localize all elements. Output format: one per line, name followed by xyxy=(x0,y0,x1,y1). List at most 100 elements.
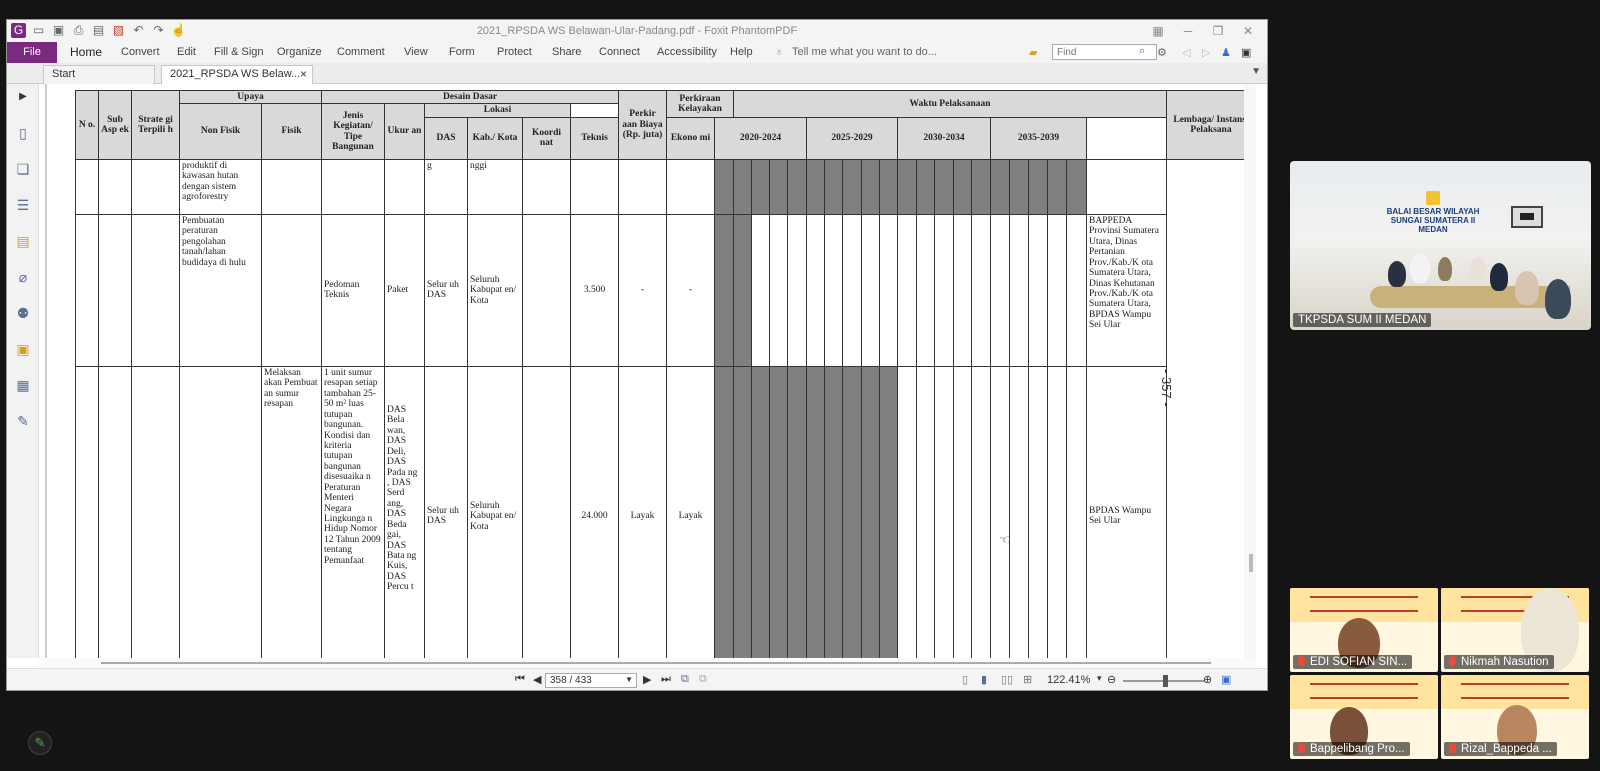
comments-icon[interactable]: ▤ xyxy=(14,232,32,250)
banner-text xyxy=(1310,683,1418,699)
schedule-cell xyxy=(806,158,825,215)
navigation-pane: ▶ ▯ ❏ ☰ ▤ ⌀ ⚉ ▣ ▦ ✎ xyxy=(7,84,39,658)
menu-accessibility[interactable]: Accessibility xyxy=(657,46,717,58)
video-tile[interactable]: Bappelibang Pro... xyxy=(1290,675,1438,759)
cell-jenis: Pedoman Teknis xyxy=(321,213,385,367)
participant-name-label: EDI SOFIAN SIN... xyxy=(1293,655,1413,669)
next-page-icon[interactable]: ▶ xyxy=(643,673,651,686)
person-figure xyxy=(1515,271,1539,305)
prev-page-icon[interactable]: ◀ xyxy=(533,673,541,686)
lightbulb-icon: ♁ xyxy=(775,46,784,58)
cell-fisik: Melaksan akan Pembuat an sumur resapan xyxy=(261,365,322,658)
close-tab-icon[interactable]: × xyxy=(300,66,307,83)
facing-icon[interactable]: ▯▯ xyxy=(1001,673,1013,686)
menu-help[interactable]: Help xyxy=(730,46,753,58)
horizontal-scroll-thumb[interactable] xyxy=(101,662,1211,664)
menu-convert[interactable]: Convert xyxy=(121,46,160,58)
zoom-out-icon[interactable]: ⊖ xyxy=(1107,673,1116,686)
header-kelayakan: Perkiraan Kelayakan xyxy=(666,90,734,118)
horizontal-scrollbar[interactable] xyxy=(39,658,1256,668)
attachment-icon[interactable]: ⌀ xyxy=(14,268,32,286)
cell-lembaga: BAPPEDA Provinsi Sumatera Utara, Dinas P… xyxy=(1086,213,1167,367)
close-button[interactable]: ✕ xyxy=(1235,22,1261,40)
vertical-scrollbar[interactable] xyxy=(1244,84,1256,658)
schedule-cell xyxy=(861,158,880,215)
cell-ukuran: Paket xyxy=(384,213,425,367)
layout-icon[interactable]: ▦ xyxy=(1145,22,1171,40)
signature-icon[interactable]: ⚉ xyxy=(14,304,32,322)
user-icon[interactable]: ▣ xyxy=(1241,46,1251,59)
layers-icon[interactable]: ☰ xyxy=(14,196,32,214)
bookmark-icon[interactable]: ▯ xyxy=(14,124,32,142)
tab-menu-icon[interactable]: ▼ xyxy=(1251,66,1261,77)
next-view-icon[interactable]: ⧉ xyxy=(699,673,707,686)
header-period-1: 2020-2024 xyxy=(714,116,807,160)
video-tile[interactable]: EDI SOFIAN SIN... xyxy=(1290,588,1438,672)
zoom-slider-knob[interactable] xyxy=(1163,675,1168,687)
schedule-cell xyxy=(879,158,898,215)
last-page-icon[interactable]: ⏭ xyxy=(661,673,671,686)
cell-lembaga: BPDAS Wampu Sei Ular xyxy=(1086,365,1167,658)
bell-icon[interactable]: ♟ xyxy=(1221,46,1231,59)
fit-page-icon[interactable]: ▣ xyxy=(1221,673,1231,686)
menu-fill-sign[interactable]: Fill & Sign xyxy=(214,46,264,58)
header-period-4: 2035-2039 xyxy=(990,116,1087,160)
tab-start[interactable]: Start xyxy=(43,65,155,84)
next-arrow-icon[interactable]: ▷ xyxy=(1202,46,1210,59)
menu-comment[interactable]: Comment xyxy=(337,46,385,58)
header-das: DAS xyxy=(424,116,468,160)
content-icon[interactable]: ▦ xyxy=(14,376,32,394)
prev-view-icon[interactable]: ⧉ xyxy=(681,673,689,686)
menu-home[interactable]: Home xyxy=(70,45,102,59)
menu-view[interactable]: View xyxy=(404,46,428,58)
document-tabs: Start 2021_RPSDA WS Belaw... × ▼ xyxy=(7,63,1267,84)
cell-non-fisik: produktif di kawasan hutan dengan sistem… xyxy=(179,158,262,215)
gear-icon[interactable]: ⚙ xyxy=(1157,46,1167,59)
header-waktu: Waktu Pelaksanaan xyxy=(733,90,1167,118)
annotate-pen-button[interactable]: ✎ xyxy=(28,731,52,755)
lock-icon[interactable]: ▣ xyxy=(14,340,32,358)
menu-share[interactable]: Share xyxy=(552,46,581,58)
zoom-dropdown-icon[interactable]: ▾ xyxy=(1097,673,1102,684)
single-page-icon[interactable]: ▯ xyxy=(962,673,968,686)
cell-ekonomi: Layak xyxy=(666,365,715,658)
search-icon[interactable]: ⌕ xyxy=(1139,45,1145,58)
schedule-cell xyxy=(842,158,862,215)
vertical-scroll-thumb[interactable] xyxy=(1249,554,1253,572)
cell-das: Selur uh DAS xyxy=(424,213,468,367)
mic-muted-icon xyxy=(1449,743,1456,753)
split-icon[interactable]: ⊞ xyxy=(1023,673,1032,686)
menu-edit[interactable]: Edit xyxy=(177,46,196,58)
page-number-input[interactable]: 358 / 433 ▼ xyxy=(545,673,637,688)
document-viewport[interactable]: N o. Sub Asp ek Strate gi Terpili h Upay… xyxy=(39,84,1256,658)
search-folder-icon[interactable]: ▰ xyxy=(1029,46,1037,59)
zoom-in-icon[interactable]: ⊕ xyxy=(1203,673,1212,686)
file-menu[interactable]: File xyxy=(7,42,57,63)
first-page-icon[interactable]: ⏮ xyxy=(515,673,525,686)
menu-protect[interactable]: Protect xyxy=(497,46,532,58)
video-tile[interactable]: Nikmah Nasution xyxy=(1441,588,1589,672)
page-dropdown-icon[interactable]: ▼ xyxy=(625,675,633,684)
tools-icon[interactable]: ✎ xyxy=(14,412,32,430)
schedule-cell xyxy=(806,365,825,658)
expand-pane-icon[interactable]: ▶ xyxy=(14,88,32,106)
minimize-button[interactable]: ─ xyxy=(1175,22,1201,40)
header-sub-aspek: Sub Asp ek xyxy=(98,90,132,160)
menu-form[interactable]: Form xyxy=(449,46,475,58)
zoom-level[interactable]: 122.41% xyxy=(1047,674,1090,686)
tab-document[interactable]: 2021_RPSDA WS Belaw... × xyxy=(161,65,313,84)
participant-name-label: Nikmah Nasution xyxy=(1444,655,1554,669)
video-tile-main[interactable]: BALAI BESAR WILAYAH SUNGAI SUMATERA II M… xyxy=(1290,161,1591,330)
person-figure xyxy=(1545,279,1571,319)
menu-organize[interactable]: Organize xyxy=(277,46,322,58)
video-tile[interactable]: Rizal_Bappeda ... xyxy=(1441,675,1589,759)
tell-me-box[interactable]: Tell me what you want to do... xyxy=(792,46,937,58)
maximize-button[interactable]: ❐ xyxy=(1205,22,1231,40)
schedule-cell xyxy=(916,158,935,215)
menu-connect[interactable]: Connect xyxy=(599,46,640,58)
continuous-icon[interactable]: ▮ xyxy=(981,673,987,686)
header-koordinat: Koordi nat xyxy=(522,116,571,160)
pages-icon[interactable]: ❏ xyxy=(14,160,32,178)
prev-arrow-icon[interactable]: ◁ xyxy=(1182,46,1190,59)
table-row: produktif di kawasan hutan dengan sistem… xyxy=(75,158,1256,215)
